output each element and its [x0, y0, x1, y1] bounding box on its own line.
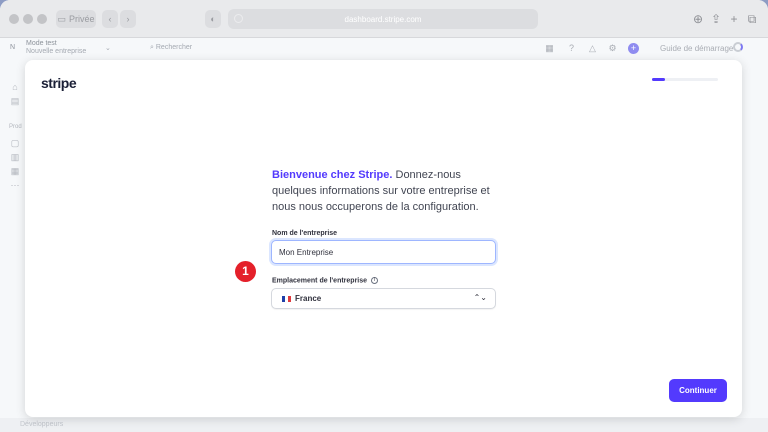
grid-icon: ▦ [10, 166, 20, 176]
business-location-label: Emplacement de l'entreprise i [272, 277, 378, 284]
plus-icon: + [628, 43, 639, 54]
download-icon[interactable]: ⊕ [690, 11, 706, 27]
dashboard-header: N Mode test Nouvelle entreprise ⌄ ⌕ Rech… [0, 38, 768, 60]
onboarding-modal: stripe Bienvenue chez Stripe. Donnez-nou… [25, 60, 742, 417]
info-icon[interactable]: i [371, 277, 378, 284]
chevron-right-icon: › [126, 14, 130, 24]
browser-window: ▭ Privée ‹ › ◐ dashboard.stripe.com ⊕ ⇪ … [0, 0, 768, 432]
briefcase-icon: ▢ [10, 138, 20, 148]
business-location-label-text: Emplacement de l'entreprise [272, 277, 368, 285]
privacy-shield-button[interactable]: ◐ [205, 10, 221, 28]
setup-progress-ring-icon [733, 42, 743, 52]
gear-icon: ⚙ [608, 43, 617, 53]
search-placeholder: Rechercher [155, 44, 193, 51]
country-value: France [295, 294, 322, 303]
chevron-up-down-icon: ⌃⌄ [473, 293, 487, 302]
more-icon: ⋯ [10, 180, 20, 190]
tab-overview-icon[interactable]: ⧉ [744, 11, 760, 27]
close-window-button[interactable] [9, 14, 19, 24]
browser-toolbar: ▭ Privée ‹ › ◐ dashboard.stripe.com ⊕ ⇪ … [0, 0, 768, 38]
account-name: Nouvelle entreprise [26, 48, 87, 55]
account-initial: N [10, 44, 16, 51]
setup-guide-link: Guide de démarrage [660, 44, 734, 53]
address-bar[interactable]: dashboard.stripe.com [228, 9, 538, 29]
france-flag-icon [282, 296, 291, 302]
account-mode: Mode test [26, 40, 57, 47]
new-tab-icon[interactable]: + [726, 11, 742, 27]
search-icon: ⌕ [150, 44, 154, 51]
step-marker: 1 [235, 261, 256, 282]
zoom-window-button[interactable] [37, 14, 47, 24]
sidebar-section-label: Prod [9, 124, 22, 130]
private-tab-indicator[interactable]: ▭ Privée [56, 10, 96, 28]
chevron-down-icon: ⌄ [105, 45, 111, 52]
continue-button[interactable]: Continuer [669, 379, 727, 402]
minimize-window-button[interactable] [23, 14, 33, 24]
home-icon: ⌂ [12, 82, 18, 92]
welcome-text: Bienvenue chez Stripe. Donnez-nous quelq… [272, 167, 502, 215]
business-name-input[interactable] [271, 240, 496, 264]
onboarding-progress [652, 78, 718, 81]
bell-icon: △ [589, 43, 596, 53]
developers-label: Développeurs [20, 421, 64, 428]
dashboard-bottom-bar: Développeurs [0, 418, 768, 432]
shield-icon: ◐ [210, 14, 216, 24]
url-text: dashboard.stripe.com [344, 14, 422, 24]
chevron-left-icon: ‹ [108, 14, 112, 24]
share-icon[interactable]: ⇪ [708, 11, 724, 27]
onboarding-progress-fill [652, 78, 666, 81]
private-label: Privée [69, 14, 95, 24]
sidebar-toggle-icon: ▭ [57, 13, 66, 24]
forward-button[interactable]: › [120, 10, 136, 28]
page-settings-icon [234, 14, 243, 23]
welcome-heading: Bienvenue chez Stripe. [272, 169, 393, 181]
dashboard-search: ⌕ Rechercher [150, 44, 192, 52]
balance-icon: ▤ [10, 96, 20, 106]
apps-icon: ▦ [545, 43, 554, 53]
building-icon: ▥ [10, 152, 20, 162]
help-icon: ? [568, 43, 574, 53]
back-button[interactable]: ‹ [102, 10, 118, 28]
stripe-logo: stripe [41, 75, 77, 91]
country-select[interactable]: France ⌃⌄ [271, 288, 496, 309]
business-name-label: Nom de l'entreprise [272, 230, 338, 237]
